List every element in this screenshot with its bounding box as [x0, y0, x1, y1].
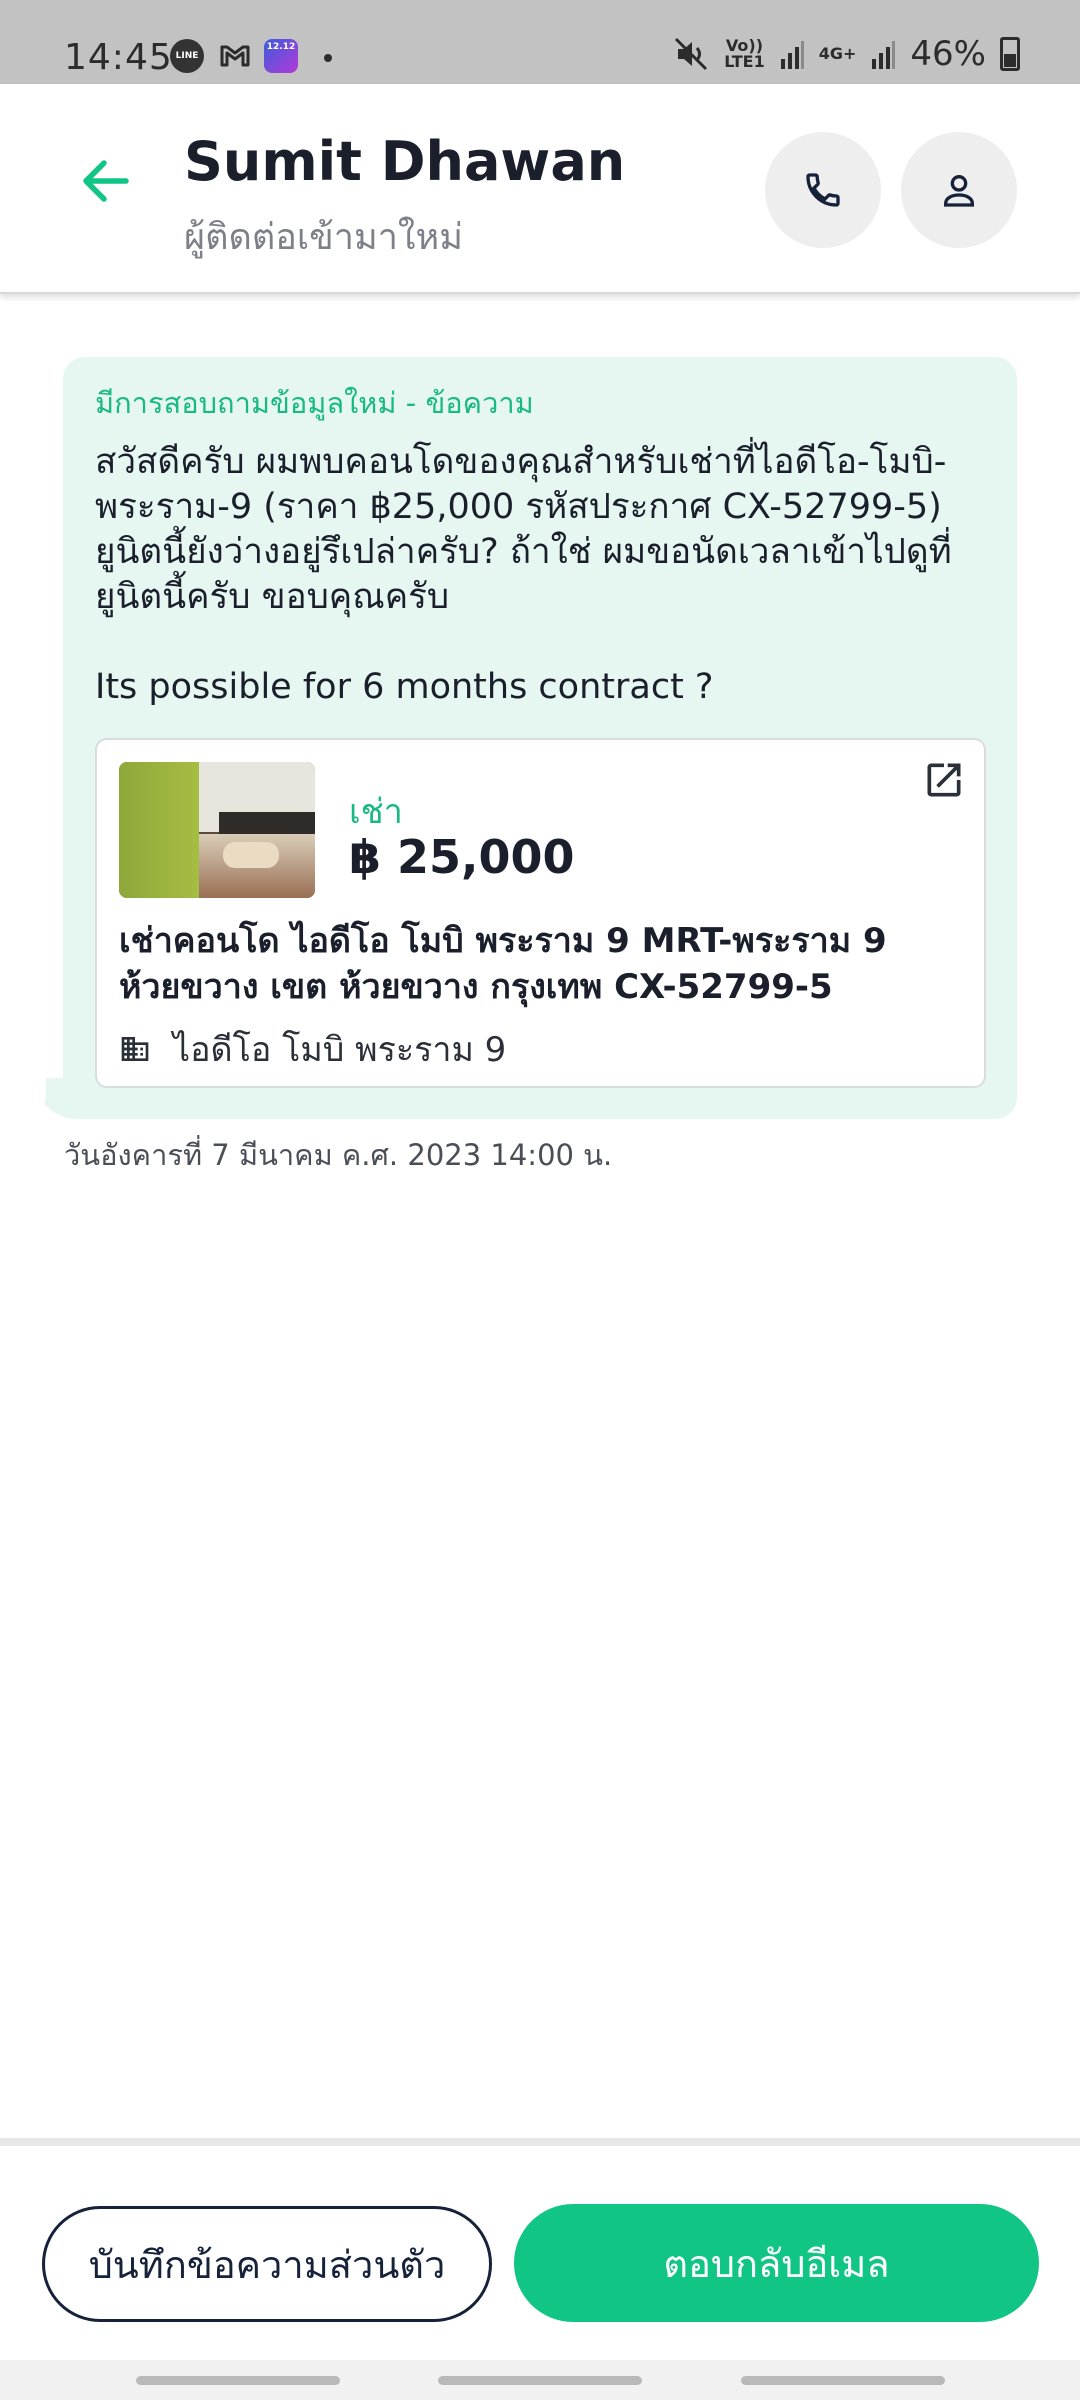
- volte-indicator: Vo)) LTE1: [724, 36, 765, 71]
- status-right: Vo)) LTE1 4G+ 46%: [674, 34, 1020, 74]
- message-timestamp: วันอังคารที่ 7 มีนาคม ค.ศ. 2023 14:00 น.: [64, 1138, 613, 1172]
- nav-home[interactable]: [438, 2376, 642, 2385]
- network-type: 4G+: [818, 44, 857, 63]
- inquiry-title: มีการสอบถามข้อมูลใหม่ - ข้อความ: [95, 386, 534, 420]
- open-external-icon[interactable]: [922, 758, 966, 802]
- listing-price: ฿ 25,000: [349, 830, 575, 884]
- battery-percent: 46%: [910, 34, 986, 74]
- building-icon: [121, 1037, 149, 1061]
- reply-email-button[interactable]: ตอบกลับอีเมล: [514, 2204, 1039, 2322]
- phone-icon: [806, 173, 840, 207]
- contact-name: Sumit Dhawan: [184, 130, 626, 193]
- signal-icon-2: [872, 41, 896, 69]
- status-bar: 14:45 LINE 12.12 Vo)) LTE1 4G+ 46%: [0, 0, 1080, 84]
- action-footer: บันทึกข้อความส่วนตัว ตอบกลับอีเมล: [0, 2138, 1080, 2360]
- listing-project-name: ไอดีโอ โมบิ พระราม 9: [173, 1030, 507, 1070]
- system-nav-bar: [0, 2360, 1080, 2400]
- call-button[interactable]: [765, 132, 881, 248]
- person-icon: [944, 175, 974, 207]
- bubble-tail-cover: [20, 1060, 46, 1119]
- arrow-left-icon: [83, 160, 129, 202]
- profile-button[interactable]: [901, 132, 1017, 248]
- message-body: สวัสดีครับ ผมพบคอนโดของคุณสำหรับเช่าที่ไ…: [95, 442, 952, 707]
- signal-icon-1: [780, 41, 804, 69]
- nav-back[interactable]: [741, 2376, 945, 2385]
- lazada-icon: 12.12: [264, 39, 298, 73]
- nav-recents[interactable]: [136, 2376, 340, 2385]
- status-time: 14:45: [64, 37, 173, 78]
- listing-project: ไอดีโอ โมบิ พระราม 9: [119, 1022, 506, 1076]
- contact-header: Sumit Dhawan ผู้ติดต่อเข้ามาใหม่: [0, 84, 1080, 294]
- gmail-icon: [218, 39, 252, 73]
- listing-thumbnail: [119, 762, 315, 898]
- listing-title: เช่าคอนโด ไอดีโอ โมบิ พระราม 9 MRT-พระรา…: [119, 921, 887, 1007]
- lazada-badge: 12.12: [266, 42, 296, 52]
- notification-dot: [324, 54, 332, 62]
- mute-icon: [675, 37, 708, 71]
- battery-icon: [1000, 37, 1020, 71]
- line-icon: LINE: [170, 39, 204, 73]
- contact-status: ผู้ติดต่อเข้ามาใหม่: [184, 217, 463, 258]
- back-button[interactable]: [70, 156, 140, 206]
- private-note-button[interactable]: บันทึกข้อความส่วนตัว: [42, 2206, 492, 2322]
- listing-card[interactable]: เช่า ฿ 25,000 เช่าคอนโด ไอดีโอ โมบิ พระร…: [95, 738, 986, 1088]
